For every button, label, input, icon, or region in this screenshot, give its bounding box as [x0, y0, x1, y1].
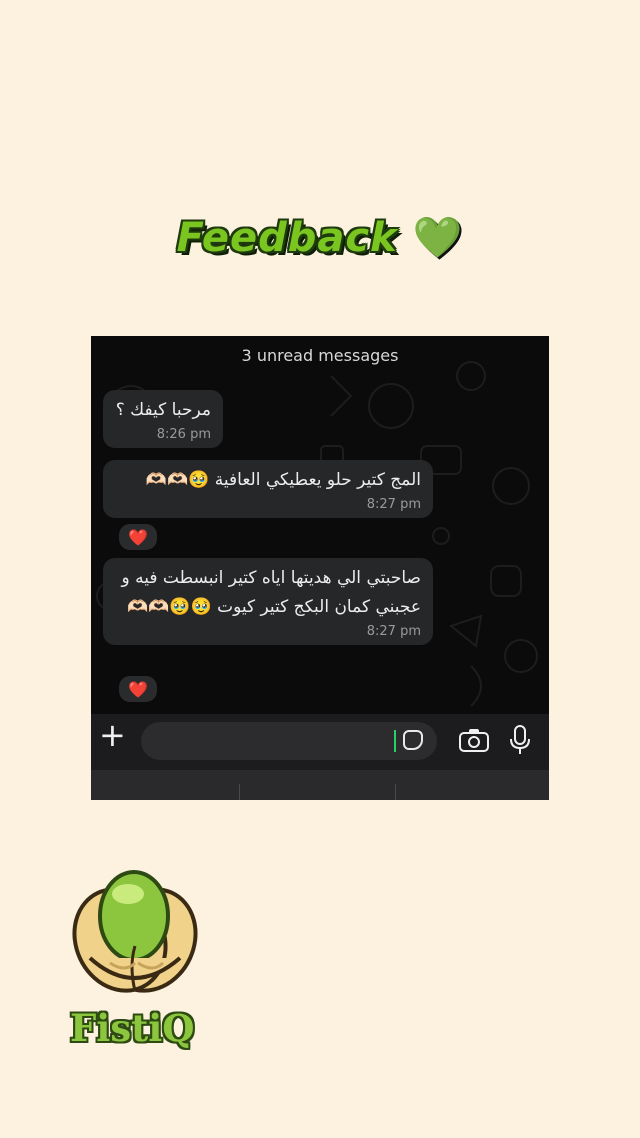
message-input-bar: + [91, 714, 549, 770]
message-input[interactable] [141, 722, 437, 760]
message-text: مرحبا كيفك ؟ [115, 400, 211, 420]
brand-name: FistiQ [70, 1006, 195, 1050]
message-time: 8:27 pm [366, 497, 421, 512]
message-text: صاحبتي الي هديتها اياه كتير انبسطت فيه و… [121, 568, 421, 617]
green-heart-icon: 💚 [412, 215, 464, 261]
message-time: 8:26 pm [156, 427, 211, 442]
suggestion-divider [395, 784, 396, 800]
text-cursor [394, 730, 396, 752]
chat-screenshot: 3 unread messages مرحبا كيفك ؟ 8:26 pm ا… [91, 336, 549, 800]
microphone-icon[interactable] [509, 725, 531, 755]
message-text: المج كتير حلو يعطيكي العافية 🥹🫶🏻🫶🏻 [145, 470, 421, 490]
heart-reaction-icon[interactable]: ❤️ [117, 674, 159, 704]
plus-icon[interactable]: + [99, 719, 126, 751]
pistachio-logo-icon [72, 870, 198, 993]
keyboard-suggestion-bar [91, 770, 549, 800]
unread-messages-banner: 3 unread messages [241, 346, 399, 365]
heart-reaction-icon[interactable]: ❤️ [117, 522, 159, 552]
message-time: 8:27 pm [366, 624, 421, 639]
feedback-title: Feedback 💚 [0, 214, 640, 261]
camera-icon[interactable] [459, 728, 489, 752]
feedback-title-text: Feedback [176, 215, 398, 261]
message-bubble[interactable]: المج كتير حلو يعطيكي العافية 🥹🫶🏻🫶🏻 8:27 … [103, 460, 433, 518]
sticker-icon[interactable] [403, 730, 423, 750]
suggestion-divider [239, 784, 240, 800]
message-bubble[interactable]: مرحبا كيفك ؟ 8:26 pm [103, 390, 223, 448]
message-bubble[interactable]: صاحبتي الي هديتها اياه كتير انبسطت فيه و… [103, 558, 433, 645]
